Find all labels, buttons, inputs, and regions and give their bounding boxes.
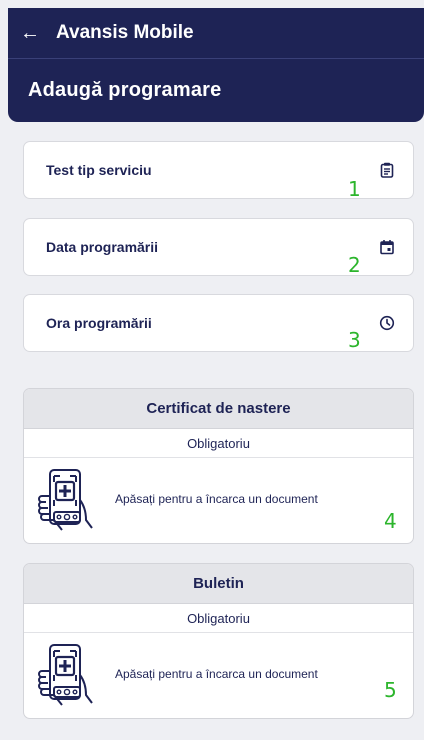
annotation-number: 4 bbox=[384, 509, 397, 533]
app-title: Avansis Mobile bbox=[56, 22, 194, 43]
upload-prompt: Apăsați pentru a încarca un document bbox=[115, 667, 318, 681]
appointment-time-label: Ora programării bbox=[46, 315, 152, 331]
annotation-number: 5 bbox=[384, 678, 397, 702]
appointment-date-label: Data programării bbox=[46, 239, 159, 255]
clipboard-icon bbox=[380, 162, 394, 178]
document-upload-area[interactable]: Apăsați pentru a încarca un document bbox=[24, 458, 413, 543]
page-title: Adaugă programare bbox=[28, 79, 222, 101]
annotation-number: 1 bbox=[348, 177, 361, 201]
upload-prompt: Apăsați pentru a încarca un document bbox=[115, 492, 318, 506]
document-title: Buletin bbox=[24, 564, 413, 604]
back-button[interactable]: ← bbox=[8, 8, 52, 58]
annotation-number: 2 bbox=[348, 253, 361, 277]
document-upload-area[interactable]: Apăsați pentru a încarca un document bbox=[24, 633, 413, 718]
clock-icon bbox=[379, 315, 395, 331]
phone-upload-icon bbox=[38, 644, 93, 706]
app-bar: ← Avansis Mobile bbox=[8, 8, 424, 58]
document-title: Certificat de nastere bbox=[24, 389, 413, 429]
document-requirement: Obligatoriu bbox=[24, 429, 413, 458]
arrow-left-icon: ← bbox=[20, 22, 40, 44]
page-header: Adaugă programare bbox=[8, 58, 424, 122]
calendar-icon bbox=[380, 240, 394, 255]
phone-upload-icon bbox=[38, 469, 93, 531]
document-card-id-card: Buletin Obligatoriu Apăsați pentru a înc… bbox=[23, 563, 414, 719]
document-card-birth-certificate: Certificat de nastere Obligatoriu Apăsaț… bbox=[23, 388, 414, 544]
annotation-number: 3 bbox=[348, 328, 361, 352]
document-requirement: Obligatoriu bbox=[24, 604, 413, 633]
service-type-label: Test tip serviciu bbox=[46, 162, 152, 178]
